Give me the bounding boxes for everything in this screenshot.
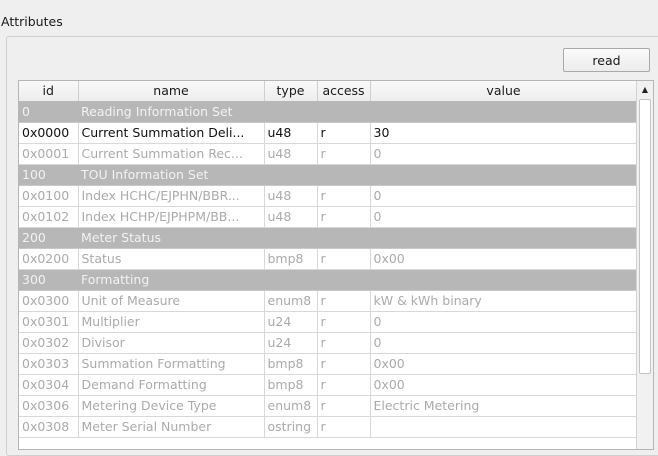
column-header-name[interactable]: name: [78, 81, 265, 102]
access-cell: r: [317, 206, 371, 228]
table-header-row: id name type access value: [19, 81, 638, 102]
column-header-value[interactable]: value: [370, 81, 638, 102]
access-cell: r: [317, 353, 371, 375]
value-cell[interactable]: 0: [370, 185, 638, 207]
id-cell: 0x0303: [19, 353, 79, 375]
type-cell: bmp8: [264, 353, 318, 375]
id-cell: 0x0304: [19, 374, 79, 396]
name-cell: Metering Device Type: [78, 395, 265, 417]
access-cell: r: [317, 122, 371, 144]
id-cell: 0x0300: [19, 290, 79, 312]
section-name-cell: Meter Status: [78, 227, 637, 249]
value-cell[interactable]: 0: [370, 311, 638, 333]
type-cell: bmp8: [264, 374, 318, 396]
access-cell: r: [317, 416, 371, 438]
section-id-cell: 300: [19, 269, 78, 291]
name-cell: Divisor: [78, 332, 265, 354]
name-cell: Meter Serial Number: [78, 416, 265, 438]
id-cell: 0x0301: [19, 311, 79, 333]
access-cell: r: [317, 248, 371, 270]
id-cell: 0x0102: [19, 206, 79, 228]
value-cell[interactable]: 0x00: [370, 353, 638, 375]
id-cell: 0x0200: [19, 248, 79, 270]
scrollbar-thumb[interactable]: [639, 99, 651, 374]
type-cell: u24: [264, 332, 318, 354]
id-cell: 0x0306: [19, 395, 79, 417]
section-id-cell: 200: [19, 227, 78, 249]
attributes-table[interactable]: id name type access value 0 Reading Infor…: [18, 80, 654, 450]
scroll-up-arrow-icon[interactable]: ▲: [637, 81, 653, 97]
type-cell: u48: [264, 206, 318, 228]
table-row[interactable]: 0x0303 Summation Formatting bmp8 r 0x00: [19, 353, 638, 375]
id-cell: 0x0000: [19, 122, 79, 144]
section-name-cell: Reading Information Set: [78, 101, 637, 123]
name-cell: Summation Formatting: [78, 353, 265, 375]
table-row[interactable]: 0x0200 Status bmp8 r 0x00: [19, 248, 638, 270]
access-cell: r: [317, 374, 371, 396]
table-row[interactable]: 0x0301 Multiplier u24 r 0: [19, 311, 638, 333]
type-cell: u48: [264, 122, 318, 144]
name-cell: Current Summation Rec...: [78, 143, 265, 165]
type-cell: enum8: [264, 395, 318, 417]
id-cell: 0x0302: [19, 332, 79, 354]
value-cell[interactable]: 0x00: [370, 248, 638, 270]
value-cell[interactable]: 0: [370, 143, 638, 165]
name-cell: Multiplier: [78, 311, 265, 333]
section-name-cell: TOU Information Set: [78, 164, 637, 186]
access-cell: r: [317, 143, 371, 165]
column-header-access[interactable]: access: [317, 81, 371, 102]
table-row[interactable]: 0x0304 Demand Formatting bmp8 r 0x00: [19, 374, 638, 396]
section-row[interactable]: 100 TOU Information Set: [19, 164, 637, 186]
type-cell: u48: [264, 143, 318, 165]
section-id-cell: 100: [19, 164, 78, 186]
access-cell: r: [317, 185, 371, 207]
type-cell: u48: [264, 185, 318, 207]
id-cell: 0x0308: [19, 416, 79, 438]
value-cell[interactable]: [370, 416, 638, 438]
type-cell: bmp8: [264, 248, 318, 270]
attributes-group-title: Attributes: [1, 14, 63, 29]
name-cell: Index HCHC/EJPHN/BBR...: [78, 185, 265, 207]
column-header-type[interactable]: type: [264, 81, 318, 102]
id-cell: 0x0100: [19, 185, 79, 207]
section-id-cell: 0: [19, 101, 78, 123]
name-cell: Status: [78, 248, 265, 270]
table-row[interactable]: 0x0302 Divisor u24 r 0: [19, 332, 638, 354]
section-name-cell: Formatting: [78, 269, 637, 291]
type-cell: u24: [264, 311, 318, 333]
table-row[interactable]: 0x0308 Meter Serial Number ostring r: [19, 416, 638, 438]
value-cell[interactable]: Electric Metering: [370, 395, 638, 417]
value-cell[interactable]: 0: [370, 332, 638, 354]
name-cell: Unit of Measure: [78, 290, 265, 312]
value-cell[interactable]: kW & kWh binary: [370, 290, 638, 312]
column-header-id[interactable]: id: [19, 81, 79, 102]
vertical-scrollbar[interactable]: ▲: [636, 81, 653, 449]
name-cell: Current Summation Deli...: [78, 122, 265, 144]
access-cell: r: [317, 332, 371, 354]
access-cell: r: [317, 311, 371, 333]
section-row[interactable]: 0 Reading Information Set: [19, 101, 637, 123]
access-cell: r: [317, 290, 371, 312]
table-row[interactable]: 0x0000 Current Summation Deli... u48 r 30: [19, 122, 638, 144]
section-row[interactable]: 300 Formatting: [19, 269, 637, 291]
read-button[interactable]: read: [563, 48, 650, 72]
type-cell: enum8: [264, 290, 318, 312]
name-cell: Demand Formatting: [78, 374, 265, 396]
table-row[interactable]: 0x0001 Current Summation Rec... u48 r 0: [19, 143, 638, 165]
table-row[interactable]: 0x0306 Metering Device Type enum8 r Electric…: [19, 395, 638, 417]
value-cell[interactable]: 0: [370, 206, 638, 228]
type-cell: ostring: [264, 416, 318, 438]
table-row[interactable]: 0x0300 Unit of Measure enum8 r kW & kWh bina…: [19, 290, 638, 312]
value-cell[interactable]: 0x00: [370, 374, 638, 396]
table-row[interactable]: 0x0100 Index HCHC/EJPHN/BBR... u48 r 0: [19, 185, 638, 207]
name-cell: Index HCHP/EJPHPM/BB...: [78, 206, 265, 228]
access-cell: r: [317, 395, 371, 417]
table-row[interactable]: 0x0102 Index HCHP/EJPHPM/BB... u48 r 0: [19, 206, 638, 228]
id-cell: 0x0001: [19, 143, 79, 165]
value-cell[interactable]: 30: [370, 122, 638, 144]
section-row[interactable]: 200 Meter Status: [19, 227, 637, 249]
